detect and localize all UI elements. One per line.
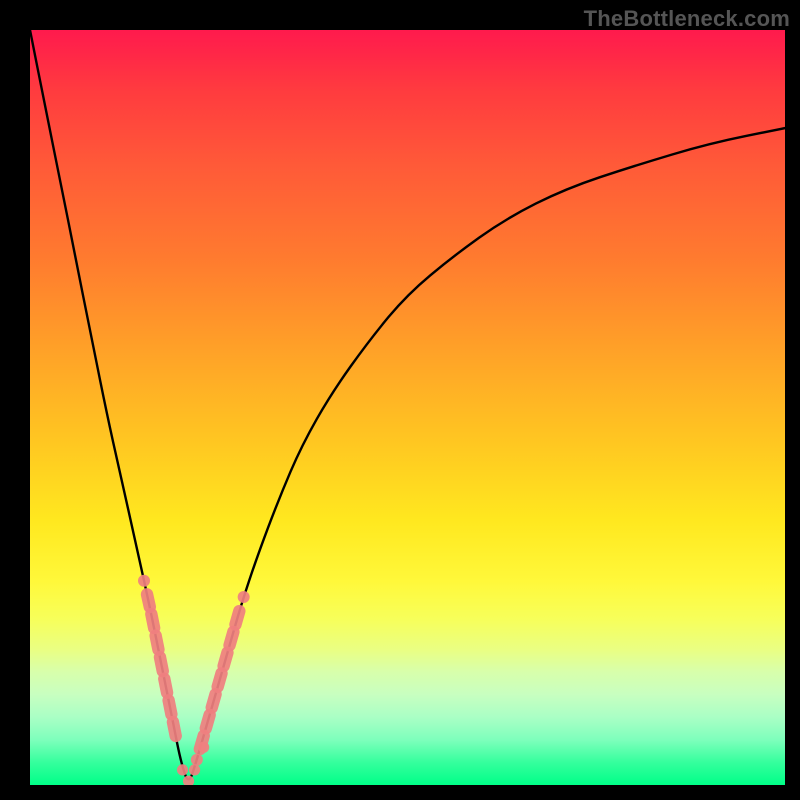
watermark-text: TheBottleneck.com — [584, 6, 790, 32]
bottleneck-curve-path — [30, 30, 785, 779]
plot-area — [30, 30, 785, 785]
marker-clusters — [138, 575, 250, 785]
chart-frame: TheBottleneck.com — [0, 0, 800, 800]
curve-svg — [30, 30, 785, 785]
